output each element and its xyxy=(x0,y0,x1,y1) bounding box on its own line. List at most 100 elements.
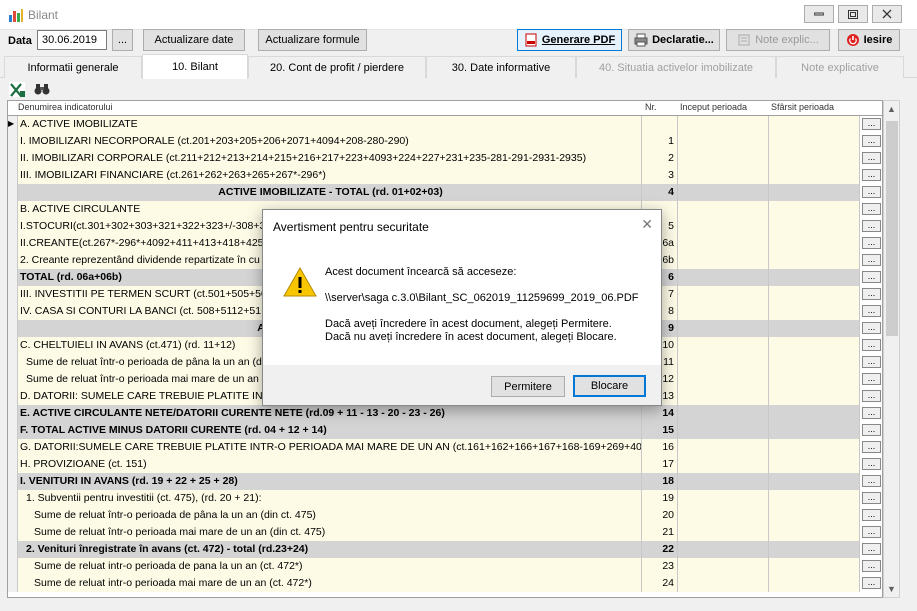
sfarsit-cell[interactable] xyxy=(769,269,860,286)
row-detail-button[interactable]: ... xyxy=(862,237,881,249)
table-row[interactable]: G. DATORII:SUMELE CARE TREBUIE PLATITE I… xyxy=(8,439,882,456)
inceput-cell[interactable] xyxy=(678,422,769,439)
row-detail-button[interactable]: ... xyxy=(862,288,881,300)
inceput-cell[interactable] xyxy=(678,167,769,184)
row-detail-button[interactable]: ... xyxy=(862,390,881,402)
table-row[interactable]: III. IMOBILIZARI FINANCIARE (ct.261+262+… xyxy=(8,167,882,184)
sfarsit-cell[interactable] xyxy=(769,235,860,252)
row-detail-button[interactable]: ... xyxy=(862,186,881,198)
iesire-button[interactable]: Iesire xyxy=(838,29,900,51)
sfarsit-cell[interactable] xyxy=(769,473,860,490)
inceput-cell[interactable] xyxy=(678,558,769,575)
tab-note-explicative[interactable]: Note explicative xyxy=(776,56,904,78)
sfarsit-cell[interactable] xyxy=(769,456,860,473)
sfarsit-cell[interactable] xyxy=(769,541,860,558)
table-row[interactable]: F. TOTAL ACTIVE MINUS DATORII CURENTE (r… xyxy=(8,422,882,439)
actualizare-date-button[interactable]: Actualizare date xyxy=(143,29,245,51)
table-row[interactable]: 2. Venituri înregistrate în avans (ct. 4… xyxy=(8,541,882,558)
row-detail-button[interactable]: ... xyxy=(862,526,881,538)
inceput-cell[interactable] xyxy=(678,184,769,201)
sfarsit-cell[interactable] xyxy=(769,320,860,337)
sfarsit-cell[interactable] xyxy=(769,371,860,388)
maximize-button[interactable] xyxy=(838,5,868,23)
sfarsit-cell[interactable] xyxy=(769,405,860,422)
close-icon[interactable]: ✕ xyxy=(641,216,653,233)
inceput-cell[interactable] xyxy=(678,541,769,558)
inceput-cell[interactable] xyxy=(678,133,769,150)
scroll-thumb[interactable] xyxy=(886,121,898,336)
sfarsit-cell[interactable] xyxy=(769,252,860,269)
row-detail-button[interactable]: ... xyxy=(862,220,881,232)
row-detail-button[interactable]: ... xyxy=(862,407,881,419)
row-detail-button[interactable]: ... xyxy=(862,322,881,334)
tab-cont-profit-pierdere[interactable]: 20. Cont de profit / pierdere xyxy=(248,56,426,78)
sfarsit-cell[interactable] xyxy=(769,507,860,524)
sfarsit-cell[interactable] xyxy=(769,558,860,575)
sfarsit-cell[interactable] xyxy=(769,184,860,201)
inceput-cell[interactable] xyxy=(678,405,769,422)
table-row[interactable]: Sume de reluat intr-o perioada mai mare … xyxy=(8,575,882,592)
tab-date-informative[interactable]: 30. Date informative xyxy=(426,56,576,78)
inceput-cell[interactable] xyxy=(678,303,769,320)
sfarsit-cell[interactable] xyxy=(769,490,860,507)
inceput-cell[interactable] xyxy=(678,524,769,541)
inceput-cell[interactable] xyxy=(678,201,769,218)
row-detail-button[interactable]: ... xyxy=(862,560,881,572)
tab-bilant[interactable]: 10. Bilant xyxy=(142,54,248,79)
table-row[interactable]: E. ACTIVE CIRCULANTE NETE/DATORII CURENT… xyxy=(8,405,882,422)
date-field[interactable] xyxy=(37,30,107,50)
declaratie-button[interactable]: Declaratie... xyxy=(628,29,720,51)
inceput-cell[interactable] xyxy=(678,456,769,473)
inceput-cell[interactable] xyxy=(678,473,769,490)
inceput-cell[interactable] xyxy=(678,490,769,507)
row-detail-button[interactable]: ... xyxy=(862,118,881,130)
inceput-cell[interactable] xyxy=(678,507,769,524)
sfarsit-cell[interactable] xyxy=(769,116,860,133)
sfarsit-cell[interactable] xyxy=(769,422,860,439)
inceput-cell[interactable] xyxy=(678,354,769,371)
excel-export-icon[interactable] xyxy=(9,82,25,97)
vertical-scrollbar[interactable]: ▲ ▼ xyxy=(883,100,900,598)
row-detail-button[interactable]: ... xyxy=(862,441,881,453)
inceput-cell[interactable] xyxy=(678,269,769,286)
row-detail-button[interactable]: ... xyxy=(862,509,881,521)
row-detail-button[interactable]: ... xyxy=(862,492,881,504)
inceput-cell[interactable] xyxy=(678,320,769,337)
scroll-down-icon[interactable]: ▼ xyxy=(884,581,899,597)
inceput-cell[interactable] xyxy=(678,116,769,133)
row-detail-button[interactable]: ... xyxy=(862,169,881,181)
row-detail-button[interactable]: ... xyxy=(862,458,881,470)
inceput-cell[interactable] xyxy=(678,218,769,235)
row-detail-button[interactable]: ... xyxy=(862,305,881,317)
actualizare-formule-button[interactable]: Actualizare formule xyxy=(258,29,367,51)
row-detail-button[interactable]: ... xyxy=(862,135,881,147)
inceput-cell[interactable] xyxy=(678,337,769,354)
table-row[interactable]: ▶ A. ACTIVE IMOBILIZATE... xyxy=(8,116,882,133)
row-detail-button[interactable]: ... xyxy=(862,339,881,351)
table-row[interactable]: ACTIVE IMOBILIZATE - TOTAL (rd. 01+02+03… xyxy=(8,184,882,201)
row-detail-button[interactable]: ... xyxy=(862,356,881,368)
sfarsit-cell[interactable] xyxy=(769,388,860,405)
table-row[interactable]: I. VENITURI IN AVANS (rd. 19 + 22 + 25 +… xyxy=(8,473,882,490)
table-row[interactable]: Sume de reluat intr-o perioada de pana l… xyxy=(8,558,882,575)
table-row[interactable]: Sume de reluat într-o perioada de pâna l… xyxy=(8,507,882,524)
row-detail-button[interactable]: ... xyxy=(862,373,881,385)
inceput-cell[interactable] xyxy=(678,575,769,592)
inceput-cell[interactable] xyxy=(678,439,769,456)
row-detail-button[interactable]: ... xyxy=(862,271,881,283)
sfarsit-cell[interactable] xyxy=(769,133,860,150)
inceput-cell[interactable] xyxy=(678,252,769,269)
sfarsit-cell[interactable] xyxy=(769,524,860,541)
sfarsit-cell[interactable] xyxy=(769,303,860,320)
permitere-button[interactable]: Permitere xyxy=(491,376,565,397)
sfarsit-cell[interactable] xyxy=(769,575,860,592)
row-detail-button[interactable]: ... xyxy=(862,577,881,589)
table-row[interactable]: H. PROVIZIOANE (ct. 151) 17... xyxy=(8,456,882,473)
row-detail-button[interactable]: ... xyxy=(862,254,881,266)
binoculars-icon[interactable] xyxy=(34,83,50,96)
row-detail-button[interactable]: ... xyxy=(862,424,881,436)
scroll-up-icon[interactable]: ▲ xyxy=(884,101,899,117)
minimize-button[interactable] xyxy=(804,5,834,23)
tab-informatii-generale[interactable]: Informatii generale xyxy=(4,56,142,78)
note-explic-button[interactable]: Note explic... xyxy=(726,29,830,51)
